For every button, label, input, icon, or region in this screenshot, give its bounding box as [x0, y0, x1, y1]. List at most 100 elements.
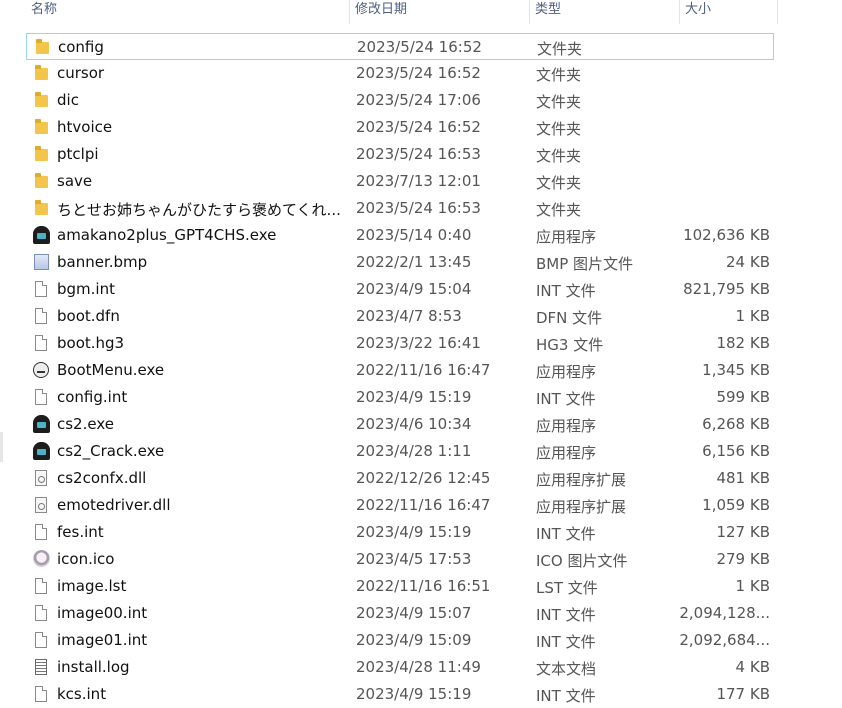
file-name: image.lst [57, 577, 127, 595]
file-row[interactable]: cs2_Crack.exe 2023/4/28 1:11 应用程序 6,156 KB [26, 438, 774, 465]
file-date: 2023/4/9 15:07 [356, 604, 472, 622]
file-type: INT 文件 [536, 633, 596, 651]
file-date: 2023/5/24 16:52 [356, 118, 481, 136]
file-type: 应用程序扩展 [536, 498, 627, 516]
file-date: 2023/4/9 15:19 [356, 523, 472, 541]
file-row[interactable]: BootMenu.exe 2022/11/16 16:47 应用程序 1,345 KB [26, 357, 774, 384]
file-type: INT 文件 [536, 687, 596, 705]
file-row[interactable]: ちとせお姉ちゃんがひたすら褒めてくれ... 2023/5/24 16:53 文件夹 [26, 195, 774, 222]
ico-icon [32, 550, 50, 568]
file-row[interactable]: cursor 2023/5/24 16:52 文件夹 [26, 60, 774, 87]
file-size: 599 KB [716, 388, 770, 406]
file-type: HG3 文件 [536, 336, 604, 354]
file-row[interactable]: dic 2023/5/24 17:06 文件夹 [26, 87, 774, 114]
file-name: install.log [57, 658, 130, 676]
file-date: 2023/5/24 16:52 [356, 64, 481, 82]
image-icon [32, 253, 50, 271]
file-date: 2023/3/22 16:41 [356, 334, 481, 352]
file-size: 1 KB [735, 577, 770, 595]
file-row[interactable]: fes.int 2023/4/9 15:19 INT 文件 127 KB [26, 519, 774, 546]
file-row[interactable]: bgm.int 2023/4/9 15:04 INT 文件 821,795 KB [26, 276, 774, 303]
folder-icon [32, 145, 50, 163]
column-header-name[interactable]: 名称 [26, 0, 350, 24]
column-header: 名称 修改日期 类型 大小 [0, 0, 842, 24]
file-name: image00.int [57, 604, 148, 622]
file-name: dic [57, 91, 79, 109]
file-row[interactable]: install.log 2023/4/28 11:49 文本文档 4 KB [26, 654, 774, 681]
file-date: 2023/4/9 15:19 [356, 685, 472, 703]
file-row[interactable]: config.int 2023/4/9 15:19 INT 文件 599 KB [26, 384, 774, 411]
file-size: 182 KB [716, 334, 770, 352]
file-date: 2023/4/9 15:09 [356, 631, 472, 649]
file-type: 应用程序扩展 [536, 471, 627, 489]
file-size: 127 KB [716, 523, 770, 541]
file-row[interactable]: ptclpi 2023/5/24 16:53 文件夹 [26, 141, 774, 168]
file-type: ICO 图片文件 [536, 552, 628, 570]
file-row[interactable]: config 2023/5/24 16:52 文件夹 [26, 33, 774, 60]
file-date: 2023/5/14 0:40 [356, 226, 472, 244]
file-row[interactable]: icon.ico 2023/4/5 17:53 ICO 图片文件 279 KB [26, 546, 774, 573]
file-row[interactable]: amakano2plus_GPT4CHS.exe 2023/5/14 0:40 应用… [26, 222, 774, 249]
file-name: config [58, 38, 104, 56]
file-name: ちとせお姉ちゃんがひたすら褒めてくれ... [57, 201, 341, 219]
file-name: icon.ico [57, 550, 115, 568]
column-header-date[interactable]: 修改日期 [350, 0, 530, 24]
file-name: cs2.exe [57, 415, 114, 433]
file-type: 应用程序 [536, 417, 597, 435]
dll-icon [32, 496, 50, 514]
file-name: image01.int [57, 631, 148, 649]
file-size: 1,345 KB [702, 361, 770, 379]
file-icon [32, 307, 50, 325]
file-date: 2023/4/5 17:53 [356, 550, 472, 568]
column-header-type[interactable]: 类型 [530, 0, 680, 24]
file-size: 24 KB [726, 253, 770, 271]
file-date: 2023/4/9 15:19 [356, 388, 472, 406]
file-type: 应用程序 [536, 228, 597, 246]
file-row[interactable]: boot.hg3 2023/3/22 16:41 HG3 文件 182 KB [26, 330, 774, 357]
file-row[interactable]: htvoice 2023/5/24 16:52 文件夹 [26, 114, 774, 141]
file-row[interactable]: save 2023/7/13 12:01 文件夹 [26, 168, 774, 195]
file-row[interactable]: emotedriver.dll 2022/11/16 16:47 应用程序扩展 1,0… [26, 492, 774, 519]
file-type: DFN 文件 [536, 309, 603, 327]
file-date: 2022/11/16 16:47 [356, 496, 491, 514]
file-size: 2,094,128... [679, 604, 770, 622]
scrollbar-edge[interactable] [0, 432, 3, 462]
dll-icon [32, 469, 50, 487]
file-size: 177 KB [716, 685, 770, 703]
folder-icon [32, 64, 50, 82]
file-type: 文件夹 [536, 66, 582, 84]
file-date: 2023/5/24 17:06 [356, 91, 481, 109]
file-date: 2023/4/28 11:49 [356, 658, 481, 676]
file-size: 1,059 KB [702, 496, 770, 514]
file-row[interactable]: image.lst 2022/11/16 16:51 LST 文件 1 KB [26, 573, 774, 600]
file-name: emotedriver.dll [57, 496, 171, 514]
file-row[interactable]: image00.int 2023/4/9 15:07 INT 文件 2,094,128… [26, 600, 774, 627]
file-size: 6,268 KB [702, 415, 770, 433]
file-date: 2023/4/7 8:53 [356, 307, 462, 325]
file-name: boot.hg3 [57, 334, 125, 352]
file-row[interactable]: cs2confx.dll 2022/12/26 12:45 应用程序扩展 481 KB [26, 465, 774, 492]
file-name: banner.bmp [57, 253, 148, 271]
file-size: 821,795 KB [683, 280, 770, 298]
file-type: 应用程序 [536, 363, 597, 381]
file-icon [32, 523, 50, 541]
folder-icon [32, 172, 50, 190]
app-icon [32, 415, 50, 433]
file-date: 2022/11/16 16:51 [356, 577, 491, 595]
file-name: config.int [57, 388, 128, 406]
folder-icon [32, 91, 50, 109]
column-header-size[interactable]: 大小 [680, 0, 778, 24]
file-row[interactable]: boot.dfn 2023/4/7 8:53 DFN 文件 1 KB [26, 303, 774, 330]
file-name: bgm.int [57, 280, 115, 298]
file-date: 2023/5/24 16:53 [356, 199, 481, 217]
file-icon [32, 280, 50, 298]
file-row[interactable]: image01.int 2023/4/9 15:09 INT 文件 2,092,684… [26, 627, 774, 654]
file-icon [32, 685, 50, 703]
file-name: htvoice [57, 118, 113, 136]
file-row[interactable]: cs2.exe 2023/4/6 10:34 应用程序 6,268 KB [26, 411, 774, 438]
file-name: amakano2plus_GPT4CHS.exe [57, 226, 277, 244]
file-date: 2023/5/24 16:53 [356, 145, 481, 163]
file-row[interactable]: kcs.int 2023/4/9 15:19 INT 文件 177 KB [26, 681, 774, 708]
file-row[interactable]: banner.bmp 2022/2/1 13:45 BMP 图片文件 24 KB [26, 249, 774, 276]
file-name: save [57, 172, 93, 190]
